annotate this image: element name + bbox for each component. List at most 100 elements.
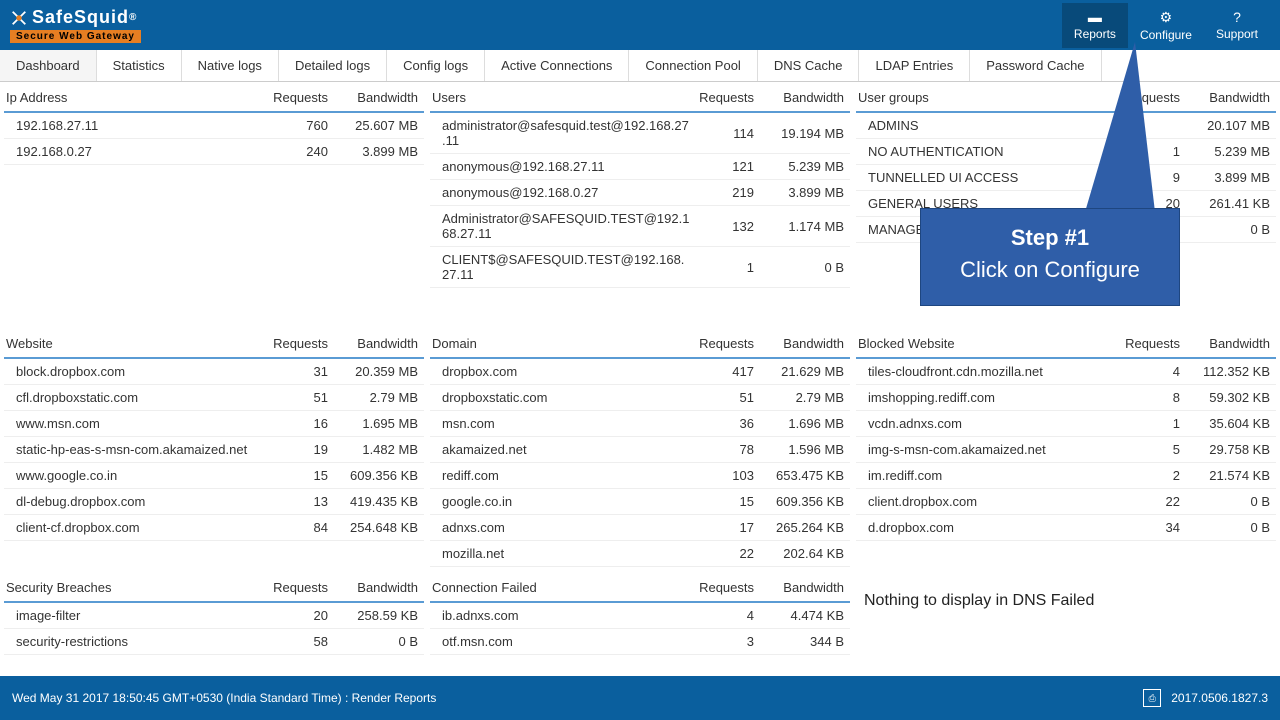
col-bandwidth: Bandwidth <box>1180 90 1270 105</box>
tab-active-connections[interactable]: Active Connections <box>485 50 629 81</box>
tab-statistics[interactable]: Statistics <box>97 50 182 81</box>
row-bandwidth: 265.264 KB <box>754 520 844 535</box>
row-requests: 36 <box>694 416 754 431</box>
table-row[interactable]: www.google.co.in15609.356 KB <box>4 463 424 489</box>
table-row[interactable]: block.dropbox.com3120.359 MB <box>4 359 424 385</box>
col-bandwidth: Bandwidth <box>328 90 418 105</box>
panel-header: Connection FailedRequestsBandwidth <box>430 576 850 603</box>
table-row[interactable]: CLIENT$@SAFESQUID.TEST@192.168.27.1110 B <box>430 247 850 288</box>
row-bandwidth: 0 B <box>1180 222 1270 237</box>
table-row[interactable]: akamaized.net781.596 MB <box>430 437 850 463</box>
nav-support-label: Support <box>1216 27 1258 41</box>
tab-native-logs[interactable]: Native logs <box>182 50 279 81</box>
table-row[interactable]: ADMINS20.107 MB <box>856 113 1276 139</box>
table-row[interactable]: administrator@safesquid.test@192.168.27.… <box>430 113 850 154</box>
tab-connection-pool[interactable]: Connection Pool <box>629 50 757 81</box>
table-row[interactable]: mozilla.net22202.64 KB <box>430 541 850 567</box>
panel-website: WebsiteRequestsBandwidthblock.dropbox.co… <box>4 332 424 570</box>
table-row[interactable]: TUNNELLED UI ACCESS93.899 MB <box>856 165 1276 191</box>
table-row[interactable]: img-s-msn-com.akamaized.net529.758 KB <box>856 437 1276 463</box>
table-row[interactable]: 192.168.0.272403.899 MB <box>4 139 424 165</box>
row-requests: 4 <box>1120 364 1180 379</box>
table-row[interactable]: anonymous@192.168.27.111215.239 MB <box>430 154 850 180</box>
row-name: image-filter <box>16 608 268 623</box>
table-row[interactable]: NO AUTHENTICATION15.239 MB <box>856 139 1276 165</box>
table-row[interactable]: client.dropbox.com220 B <box>856 489 1276 515</box>
chart-icon: ▬ <box>1074 9 1116 25</box>
table-row[interactable]: image-filter20258.59 KB <box>4 603 424 629</box>
table-row[interactable]: security-restrictions580 B <box>4 629 424 655</box>
row-name: cfl.dropboxstatic.com <box>16 390 268 405</box>
row-bandwidth: 59.302 KB <box>1180 390 1270 405</box>
col-requests: Requests <box>1110 336 1180 351</box>
row-name: www.google.co.in <box>16 468 268 483</box>
row-bandwidth: 0 B <box>1180 494 1270 509</box>
nav-support[interactable]: ? Support <box>1204 3 1270 48</box>
col-requests: Requests <box>684 90 754 105</box>
table-row[interactable]: google.co.in15609.356 KB <box>430 489 850 515</box>
tab-detailed-logs[interactable]: Detailed logs <box>279 50 387 81</box>
tab-ldap-entries[interactable]: LDAP Entries <box>859 50 970 81</box>
row-bandwidth: 202.64 KB <box>754 546 844 561</box>
tab-dashboard[interactable]: Dashboard <box>0 50 97 81</box>
row-requests: 1 <box>694 260 754 275</box>
table-row[interactable]: msn.com361.696 MB <box>430 411 850 437</box>
table-row[interactable]: otf.msn.com3344 B <box>430 629 850 655</box>
pdf-icon[interactable]: ⎙ <box>1143 689 1161 707</box>
row-name: otf.msn.com <box>442 634 694 649</box>
table-row[interactable]: www.msn.com161.695 MB <box>4 411 424 437</box>
nav-reports-label: Reports <box>1074 27 1116 41</box>
table-row[interactable]: ib.adnxs.com44.474 KB <box>430 603 850 629</box>
row-requests: 22 <box>1120 494 1180 509</box>
row-bandwidth: 1.596 MB <box>754 442 844 457</box>
col-requests: Requests <box>258 336 328 351</box>
callout-arrow <box>1085 42 1155 212</box>
table-row[interactable]: dl-debug.dropbox.com13419.435 KB <box>4 489 424 515</box>
table-row[interactable]: client-cf.dropbox.com84254.648 KB <box>4 515 424 541</box>
table-row[interactable]: dropboxstatic.com512.79 MB <box>430 385 850 411</box>
panel-body: dropbox.com41721.629 MBdropboxstatic.com… <box>430 359 850 570</box>
nav-configure[interactable]: ⚙ Configure <box>1128 3 1204 48</box>
row-name: img-s-msn-com.akamaized.net <box>868 442 1120 457</box>
table-row[interactable]: 192.168.27.1176025.607 MB <box>4 113 424 139</box>
table-row[interactable]: cfl.dropboxstatic.com512.79 MB <box>4 385 424 411</box>
table-row[interactable]: im.rediff.com221.574 KB <box>856 463 1276 489</box>
row-name: client.dropbox.com <box>868 494 1120 509</box>
callout-box: Step #1 Click on Configure <box>920 208 1180 306</box>
row-requests: 240 <box>268 144 328 159</box>
row-bandwidth: 5.239 MB <box>1180 144 1270 159</box>
table-row[interactable]: tiles-cloudfront.cdn.mozilla.net4112.352… <box>856 359 1276 385</box>
row-requests: 51 <box>268 390 328 405</box>
table-row[interactable]: vcdn.adnxs.com135.604 KB <box>856 411 1276 437</box>
help-icon: ? <box>1216 9 1258 25</box>
table-row[interactable]: static-hp-eas-s-msn-com.akamaized.net191… <box>4 437 424 463</box>
tab-dns-cache[interactable]: DNS Cache <box>758 50 860 81</box>
table-row[interactable]: anonymous@192.168.0.272193.899 MB <box>430 180 850 206</box>
table-row[interactable]: dropbox.com41721.629 MB <box>430 359 850 385</box>
nav-reports[interactable]: ▬ Reports <box>1062 3 1128 48</box>
row-name: imshopping.rediff.com <box>868 390 1120 405</box>
col-bandwidth: Bandwidth <box>754 336 844 351</box>
panel-header: Blocked WebsiteRequestsBandwidth <box>856 332 1276 359</box>
col-title: User groups <box>858 90 1110 105</box>
row-requests: 3 <box>694 634 754 649</box>
row-requests: 1 <box>1120 416 1180 431</box>
row-bandwidth: 19.194 MB <box>754 126 844 141</box>
table-row[interactable]: rediff.com103653.475 KB <box>430 463 850 489</box>
row-name: rediff.com <box>442 468 694 483</box>
tab-config-logs[interactable]: Config logs <box>387 50 485 81</box>
row-bandwidth: 653.475 KB <box>754 468 844 483</box>
col-title: Website <box>6 336 258 351</box>
row-bandwidth: 1.174 MB <box>754 219 844 234</box>
row-requests: 20 <box>268 608 328 623</box>
table-row[interactable]: Administrator@SAFESQUID.TEST@192.168.27.… <box>430 206 850 247</box>
panel-body: tiles-cloudfront.cdn.mozilla.net4112.352… <box>856 359 1276 570</box>
row-name: Administrator@SAFESQUID.TEST@192.168.27.… <box>442 211 694 241</box>
table-row[interactable]: adnxs.com17265.264 KB <box>430 515 850 541</box>
table-row[interactable]: imshopping.rediff.com859.302 KB <box>856 385 1276 411</box>
row-bandwidth: 0 B <box>328 634 418 649</box>
tab-password-cache[interactable]: Password Cache <box>970 50 1101 81</box>
panel-connfail: Connection FailedRequestsBandwidthib.adn… <box>430 576 850 662</box>
table-row[interactable]: d.dropbox.com340 B <box>856 515 1276 541</box>
row-bandwidth: 0 B <box>1180 520 1270 535</box>
